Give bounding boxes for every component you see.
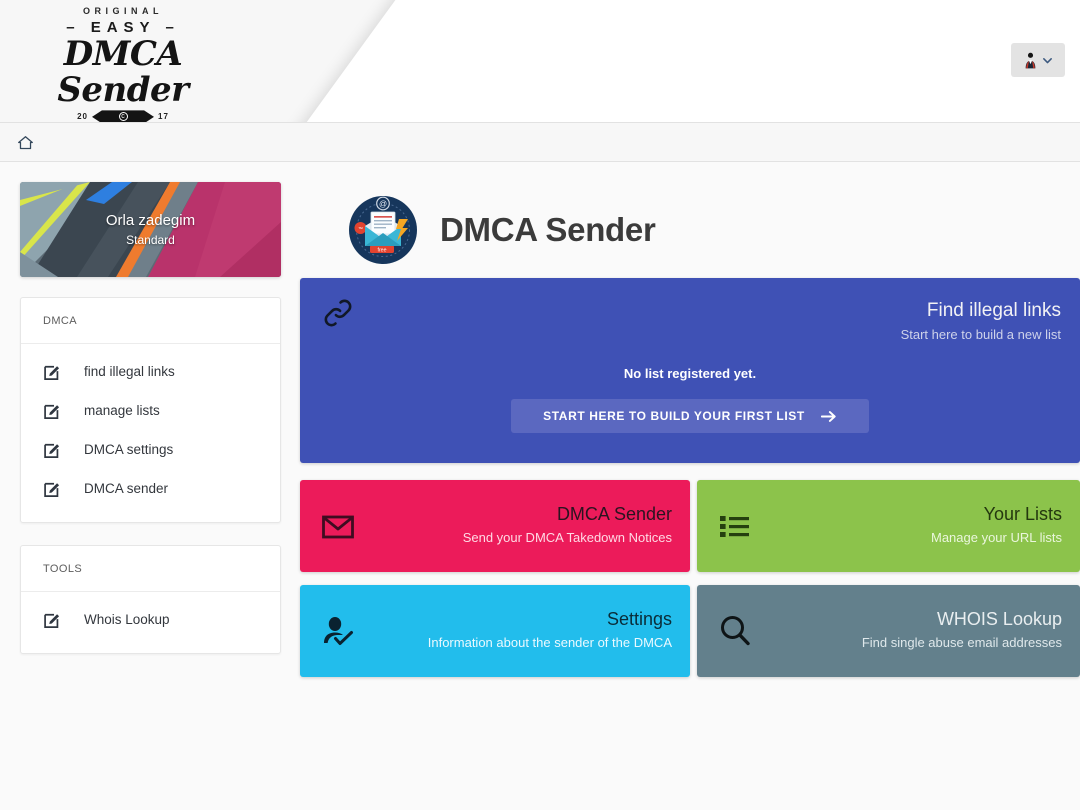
sidebar-item-whois-lookup[interactable]: Whois Lookup xyxy=(21,600,280,639)
profile-card[interactable]: Orla zadegim Standard xyxy=(20,182,281,277)
tile-subtitle: Manage your URL lists xyxy=(930,530,1062,545)
logo-year-row: 20 c 17 xyxy=(18,110,228,122)
edit-square-icon xyxy=(43,440,62,459)
tile-subtitle: Send your DMCA Takedown Notices xyxy=(462,530,672,545)
logo-copyright-mark: c xyxy=(118,112,128,122)
edit-square-icon xyxy=(43,479,62,498)
profile-text: Orla zadegim Standard xyxy=(20,182,281,277)
user-menu-button[interactable] xyxy=(1011,43,1065,77)
tile-title: Your Lists xyxy=(983,504,1062,524)
profile-plan: Standard xyxy=(126,232,175,247)
sidebar-menu-list: find illegal links manage lists DMCA set… xyxy=(21,344,280,522)
envelope-icon xyxy=(320,508,356,544)
brand-logo[interactable]: ORIGINAL – EASY – DMCA Sender 20 c 17 by… xyxy=(18,6,228,122)
tile-grid: DMCA Sender Send your DMCA Takedown Noti… xyxy=(300,480,1080,677)
hero-title: Find illegal links xyxy=(926,300,1061,321)
sidebar-section-tools: TOOLS Whois Lookup xyxy=(20,545,281,654)
home-icon[interactable] xyxy=(17,134,34,151)
sidebar-item-label: Whois Lookup xyxy=(84,612,170,627)
hero-subtitle: Start here to build a new list xyxy=(900,327,1061,342)
link-chain-icon xyxy=(320,295,356,331)
svg-text:™: ™ xyxy=(358,226,363,232)
sidebar-item-manage-lists[interactable]: manage lists xyxy=(21,391,280,430)
hero-card-find-illegal-links[interactable]: Find illegal links Start here to build a… xyxy=(300,278,1080,463)
list-bullet-icon xyxy=(717,508,753,544)
start-first-list-button[interactable]: START HERE TO BUILD YOUR FIRST LIST xyxy=(511,399,869,433)
sidebar-item-label: manage lists xyxy=(84,403,160,418)
start-first-list-button-label: START HERE TO BUILD YOUR FIRST LIST xyxy=(543,409,805,423)
search-icon xyxy=(717,613,753,649)
sidebar: Orla zadegim Standard DMCA find illegal … xyxy=(0,182,285,677)
svg-text:free: free xyxy=(378,247,387,253)
sidebar-item-label: DMCA sender xyxy=(84,481,169,496)
tile-title: DMCA Sender xyxy=(556,504,672,524)
main-content: @ ™ free DMCA Sender Find illegal links … xyxy=(285,182,1080,677)
tile-whois-lookup[interactable]: WHOIS Lookup Find single abuse email add… xyxy=(697,585,1080,677)
logo-wordmark: DMCA Sender xyxy=(57,34,189,110)
arrow-right-icon xyxy=(820,410,837,423)
page-title: DMCA Sender xyxy=(440,211,656,248)
svg-text:@: @ xyxy=(379,200,387,209)
sidebar-item-find-illegal-links[interactable]: find illegal links xyxy=(21,352,280,391)
hero-titles: Find illegal links Start here to build a… xyxy=(901,298,1061,346)
app-title-row: @ ™ free DMCA Sender xyxy=(300,182,1080,278)
user-check-icon xyxy=(320,613,356,649)
tile-texts: Your Lists Manage your URL lists xyxy=(931,502,1062,548)
tile-texts: DMCA Sender Send your DMCA Takedown Noti… xyxy=(463,502,672,548)
tile-your-lists[interactable]: Your Lists Manage your URL lists xyxy=(697,480,1080,572)
dashboard-cards: Find illegal links Start here to build a… xyxy=(300,278,1080,677)
profile-name: Orla zadegim xyxy=(105,211,196,229)
tile-dmca-sender[interactable]: DMCA Sender Send your DMCA Takedown Noti… xyxy=(300,480,690,572)
chevron-down-icon xyxy=(1042,55,1053,66)
tile-settings[interactable]: Settings Information about the sender of… xyxy=(300,585,690,677)
hero-center: No list registered yet. START HERE TO BU… xyxy=(300,366,1080,433)
hero-empty-message: No list registered yet. xyxy=(623,366,757,381)
sidebar-item-dmca-sender[interactable]: DMCA sender xyxy=(21,469,280,508)
tile-texts: Settings Information about the sender of… xyxy=(428,607,672,653)
sidebar-menu-list: Whois Lookup xyxy=(21,592,280,653)
edit-square-icon xyxy=(43,401,62,420)
logo-original-text: ORIGINAL xyxy=(83,6,163,16)
sidebar-section-heading: TOOLS xyxy=(21,546,280,592)
tile-title: Settings xyxy=(606,609,672,629)
edit-square-icon xyxy=(43,610,62,629)
app-header: ORIGINAL – EASY – DMCA Sender 20 c 17 by… xyxy=(0,0,1080,122)
tile-subtitle: Find single abuse email addresses xyxy=(861,635,1062,650)
sidebar-section-dmca: DMCA find illegal links manage lists DMC… xyxy=(20,297,281,523)
sidebar-item-label: find illegal links xyxy=(84,364,175,379)
logo-year-right: 17 xyxy=(158,112,169,122)
logo-year-left: 20 xyxy=(77,112,88,122)
page-body: Orla zadegim Standard DMCA find illegal … xyxy=(0,162,1080,677)
edit-square-icon xyxy=(43,362,62,381)
dmca-sender-badge-icon: @ ™ free xyxy=(348,195,418,265)
breadcrumb xyxy=(0,122,1080,162)
tile-texts: WHOIS Lookup Find single abuse email add… xyxy=(862,607,1062,653)
sidebar-item-label: DMCA settings xyxy=(84,442,174,457)
tile-title: WHOIS Lookup xyxy=(936,609,1062,629)
logo-diamond-icon: c xyxy=(92,110,154,122)
sidebar-item-dmca-settings[interactable]: DMCA settings xyxy=(21,430,280,469)
user-tie-icon xyxy=(1023,52,1038,69)
sidebar-section-heading: DMCA xyxy=(21,298,280,344)
tile-subtitle: Information about the sender of the DMCA xyxy=(427,635,672,650)
